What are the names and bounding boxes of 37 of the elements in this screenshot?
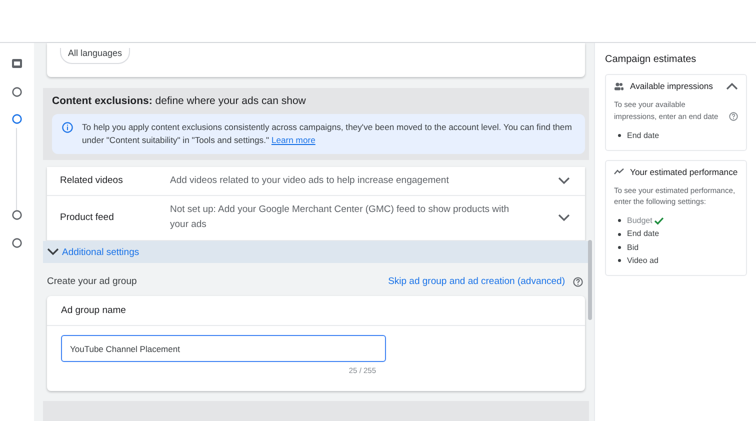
step-circle-icon[interactable] — [12, 87, 22, 97]
requirement-item: End date — [627, 228, 660, 240]
scrollbar[interactable] — [588, 240, 592, 320]
chevron-icon[interactable] — [558, 214, 570, 222]
video-icon[interactable] — [12, 59, 22, 68]
people-icon — [614, 82, 624, 90]
skip-link[interactable]: Skip ad group and ad creation (advanced) — [388, 276, 565, 288]
ad-group-name-input[interactable]: YouTube Channel Placement — [61, 335, 386, 362]
section-title: Content exclusions: define where your ads can show — [51, 95, 307, 108]
chevron-icon — [47, 248, 59, 256]
chevron-icon[interactable] — [558, 176, 570, 185]
field-label: Ad group name — [47, 296, 585, 326]
row-value: Add videos related to your video ads to help increase engagement — [170, 174, 450, 188]
row-label: Product feed — [60, 212, 115, 224]
step-circle-icon[interactable] — [12, 238, 22, 248]
card-title: Your estimated performance — [630, 166, 738, 177]
chevron-icon[interactable] — [726, 82, 738, 90]
requirement-item: Budget — [627, 215, 652, 228]
help-icon[interactable] — [729, 112, 738, 121]
info-text: To help you apply content exclusions consistently across campaigns, they've been moved to the account level. You can find them under "Content suitability" in "Tools and settings." Learn more — [82, 121, 573, 147]
additional-settings-toggle[interactable]: Additional settings — [43, 240, 589, 264]
row-value: Not set up: Add your Google Merchant Center (GMC) feed to show products with your ads — [170, 203, 510, 232]
requirement-item: Video ad — [627, 254, 658, 267]
help-icon[interactable] — [573, 276, 583, 287]
learn-more-link[interactable]: Learn more — [271, 135, 316, 146]
trend-icon — [614, 168, 624, 176]
panel-title: Campaign estimates — [605, 54, 698, 65]
language-chip[interactable]: All languages — [60, 48, 130, 64]
info-icon — [62, 122, 73, 134]
row-label: Related videos — [60, 175, 124, 186]
step-circle-icon[interactable] — [12, 210, 22, 220]
requirement-item: Bid — [627, 242, 639, 254]
step-circle-icon[interactable] — [12, 114, 22, 124]
section-title: Create your ad group — [47, 276, 137, 288]
requirement-item: End date — [627, 130, 660, 142]
settings-row[interactable]: Related videos Add videos related to your video ads to help increase engagement — [47, 166, 585, 196]
card-title: Available impressions — [630, 81, 714, 91]
